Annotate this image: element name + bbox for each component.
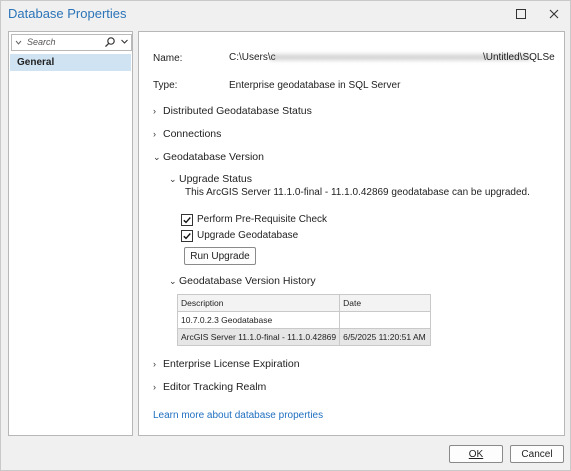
section-editor-tracking-label: Editor Tracking Realm	[163, 381, 267, 393]
version-history-table: Description Date 10.7.0.2.3 Geodatabase …	[176, 294, 432, 346]
type-label: Type:	[153, 80, 178, 91]
chevron-right-icon: ›	[153, 382, 156, 392]
close-icon	[549, 9, 559, 19]
search-placeholder: Search	[27, 37, 56, 47]
section-connections-label: Connections	[163, 128, 222, 140]
chevron-down-icon: ⌄	[153, 151, 161, 162]
section-geodatabase-version[interactable]: ⌄ Geodatabase Version	[153, 151, 264, 163]
section-version-history[interactable]: ⌄ Geodatabase Version History	[169, 275, 316, 287]
section-gdb-version-label: Geodatabase Version	[163, 151, 264, 163]
prereq-checkbox[interactable]	[181, 214, 193, 226]
section-upgrade-status[interactable]: ⌄ Upgrade Status	[169, 173, 252, 185]
chevron-down-icon: ⌄	[169, 173, 177, 184]
maximize-icon	[516, 9, 526, 19]
upgrade-message: This ArcGIS Server 11.1.0-final - 11.1.0…	[185, 187, 530, 198]
section-license-label: Enterprise License Expiration	[163, 358, 300, 370]
chevron-down-icon: ⌄	[169, 275, 177, 286]
section-editor-tracking[interactable]: › Editor Tracking Realm	[153, 381, 266, 393]
table-header-row: Description Date	[176, 294, 432, 312]
run-upgrade-button[interactable]: Run Upgrade	[184, 247, 256, 265]
name-prefix: C:\Users\c	[229, 52, 276, 63]
name-label: Name:	[153, 53, 183, 64]
type-value: Enterprise geodatabase in SQL Server	[229, 80, 401, 91]
search-icon[interactable]	[104, 36, 116, 48]
cancel-button[interactable]: Cancel	[510, 445, 564, 463]
database-properties-dialog: Database Properties Search General Name:…	[0, 0, 571, 471]
sidebar-item-general[interactable]: General	[10, 54, 131, 71]
upgrade-checkbox[interactable]	[181, 230, 193, 242]
prereq-checkbox-label: Perform Pre-Requisite Check	[197, 214, 328, 225]
section-distributed-status[interactable]: › Distributed Geodatabase Status	[153, 105, 312, 117]
maximize-button[interactable]	[507, 4, 535, 24]
checkmark-icon	[183, 217, 191, 224]
table-cell	[339, 311, 432, 329]
chevron-right-icon: ›	[153, 359, 156, 369]
section-upgrade-status-label: Upgrade Status	[179, 173, 252, 185]
chevron-down-icon[interactable]	[120, 37, 129, 46]
section-connections[interactable]: › Connections	[153, 128, 221, 140]
chevron-right-icon: ›	[153, 106, 156, 116]
sidebar: Search General	[8, 31, 133, 436]
name-suffix: \Untitled\SQLSe	[483, 52, 555, 63]
sidebar-item-label: General	[17, 57, 55, 68]
ok-button-label: OK	[468, 448, 484, 460]
table-cell: ArcGIS Server 11.1.0-final - 11.1.0.4286…	[176, 328, 341, 346]
table-cell: 10.7.0.2.3 Geodatabase	[176, 311, 341, 329]
dialog-title: Database Properties	[8, 6, 127, 21]
table-row[interactable]: ArcGIS Server 11.1.0-final - 11.1.0.4286…	[176, 328, 432, 346]
section-license-expiration[interactable]: › Enterprise License Expiration	[153, 358, 300, 370]
search-input[interactable]: Search	[11, 34, 132, 51]
dropdown-arrow-icon	[15, 40, 22, 45]
column-header-description[interactable]: Description	[176, 294, 341, 312]
table-row[interactable]: 10.7.0.2.3 Geodatabase	[176, 311, 432, 329]
section-distributed-label: Distributed Geodatabase Status	[163, 105, 312, 117]
table-cell: 6/5/2025 11:20:51 AM	[339, 328, 432, 346]
properties-panel: Name: C:\Users\c xxxxxxxxxxxxxxxxxxxxxxx…	[138, 31, 565, 436]
title-bar: Database Properties	[1, 1, 570, 27]
learn-more-link[interactable]: Learn more about database properties	[153, 410, 323, 421]
ok-button[interactable]: OK	[449, 445, 503, 463]
upgrade-checkbox-label: Upgrade Geodatabase	[197, 230, 299, 241]
section-version-history-label: Geodatabase Version History	[179, 275, 316, 287]
column-header-date[interactable]: Date	[339, 294, 432, 312]
close-button[interactable]	[540, 4, 568, 24]
chevron-right-icon: ›	[153, 129, 156, 139]
checkmark-icon	[183, 233, 191, 240]
